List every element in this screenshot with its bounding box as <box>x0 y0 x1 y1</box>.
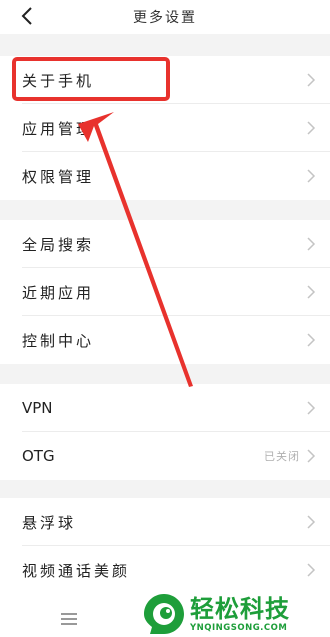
chevron-right-icon <box>307 515 316 529</box>
row-label: 视频通话美颜 <box>22 561 131 580</box>
chevron-right-icon <box>307 449 316 463</box>
watermark-text: 轻松科技 <box>190 594 290 623</box>
row-label: 控制中心 <box>22 331 95 350</box>
section-gap <box>0 34 330 56</box>
page-title: 更多设置 <box>133 10 197 26</box>
settings-row-vpn[interactable]: VPN <box>0 384 330 432</box>
settings-row-app-management[interactable]: 应用管理 <box>0 104 330 152</box>
section-gap <box>0 200 330 220</box>
chevron-right-icon <box>307 237 316 251</box>
back-chevron-icon[interactable] <box>18 6 38 26</box>
chevron-right-icon <box>307 563 316 577</box>
row-label: OTG <box>22 447 55 465</box>
settings-row-floating-ball[interactable]: 悬浮球 <box>0 498 330 546</box>
section-gap <box>0 480 330 498</box>
settings-row-recent-apps[interactable]: 近期应用 <box>0 268 330 316</box>
row-label: 悬浮球 <box>22 513 77 532</box>
settings-row-video-call-beauty[interactable]: 视频通话美颜 <box>0 546 330 594</box>
chevron-right-icon <box>307 73 316 87</box>
chevron-right-icon <box>307 121 316 135</box>
chevron-right-icon <box>307 333 316 347</box>
settings-row-control-center[interactable]: 控制中心 <box>0 316 330 364</box>
chevron-right-icon <box>307 285 316 299</box>
top-bar: 更多设置 <box>0 0 330 34</box>
otg-status-value: 已关闭 <box>264 450 300 463</box>
watermark-logo: 轻松科技 YNQINGSONG.COM <box>142 590 330 637</box>
watermark-logo-icon <box>144 593 184 634</box>
row-label: 关于手机 <box>22 71 95 90</box>
row-label: 近期应用 <box>22 283 95 302</box>
watermark-subtext: YNQINGSONG.COM <box>190 622 288 633</box>
section-gap <box>0 364 330 384</box>
row-label: 权限管理 <box>22 167 95 186</box>
chevron-right-icon <box>307 169 316 183</box>
row-label: VPN <box>22 399 53 417</box>
settings-row-global-search[interactable]: 全局搜索 <box>0 220 330 268</box>
row-label: 全局搜索 <box>22 235 95 254</box>
row-label: 应用管理 <box>22 119 95 138</box>
settings-row-permission-management[interactable]: 权限管理 <box>0 152 330 200</box>
chevron-right-icon <box>307 401 316 415</box>
settings-row-about-phone[interactable]: 关于手机 <box>0 56 330 104</box>
menu-icon[interactable] <box>60 612 78 626</box>
settings-row-otg[interactable]: OTG 已关闭 <box>0 432 330 480</box>
